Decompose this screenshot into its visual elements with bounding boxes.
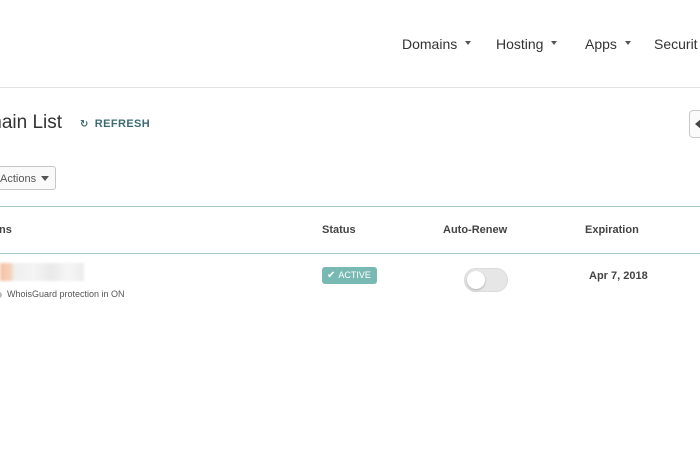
auto-renew-toggle[interactable] — [464, 268, 508, 292]
status-badge-text: ACTIVE — [338, 270, 371, 280]
caret-down-icon — [551, 41, 558, 46]
table-row: WhoisGuard protection in ON ✔ ACTIVE Apr … — [0, 253, 700, 313]
nav-domains-label: Domains — [402, 36, 458, 52]
nav-apps-label: Apps — [585, 36, 617, 52]
collapse-button[interactable] — [689, 110, 700, 138]
nav-hosting[interactable]: Hosting — [496, 36, 558, 52]
column-header-auto-renew[interactable]: Auto-Renew — [443, 224, 507, 236]
whoisguard-note-text: WhoisGuard protection in ON — [7, 289, 125, 299]
nav-domains[interactable]: Domains — [402, 36, 472, 52]
toggle-knob — [467, 271, 485, 289]
refresh-icon: ↻ — [80, 119, 89, 130]
nav-hosting-label: Hosting — [496, 36, 544, 52]
nav-security-label: Securit — [654, 36, 698, 52]
refresh-label: REFRESH — [94, 118, 151, 130]
top-navigation: Domains Hosting Apps Securit — [0, 0, 700, 88]
column-header-domains[interactable]: ins — [0, 224, 12, 236]
status-badge: ✔ ACTIVE — [322, 267, 377, 284]
refresh-button[interactable]: ↻ REFRESH — [80, 118, 150, 130]
caret-down-icon — [41, 175, 50, 181]
actions-dropdown[interactable]: Actions — [0, 166, 56, 190]
caret-down-icon — [465, 41, 472, 46]
column-header-expiration[interactable]: Expiration — [585, 224, 639, 236]
nav-apps[interactable]: Apps — [585, 36, 631, 52]
nav-security[interactable]: Securit — [654, 36, 698, 52]
caret-down-icon — [624, 41, 631, 46]
whoisguard-note: WhoisGuard protection in ON — [0, 289, 125, 299]
check-icon: ✔ — [327, 270, 336, 281]
expiration-date: Apr 7, 2018 — [589, 270, 648, 282]
shield-icon — [0, 291, 2, 298]
domain-name-redacted[interactable] — [0, 263, 84, 281]
table-header: ins Status Auto-Renew Expiration — [0, 206, 700, 254]
column-header-status[interactable]: Status — [322, 224, 356, 236]
page-title: main List — [0, 112, 63, 133]
arrow-left-icon — [695, 119, 700, 129]
actions-label: Actions — [0, 173, 37, 185]
